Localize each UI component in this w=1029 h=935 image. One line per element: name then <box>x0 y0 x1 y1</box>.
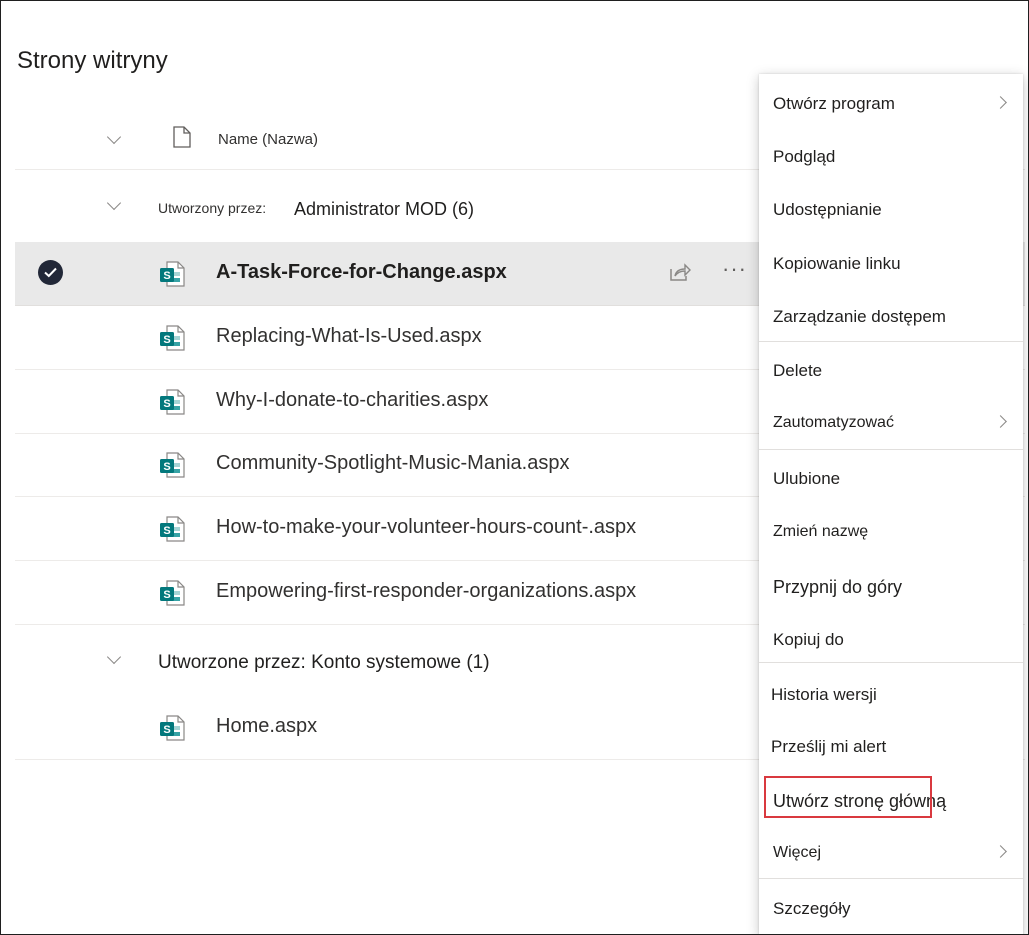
sharepoint-page-icon: S <box>160 580 185 606</box>
highlight-annotation-box <box>764 776 932 818</box>
file-name[interactable]: How-to-make-your-volunteer-hours-count-.… <box>216 516 636 539</box>
menu-item-copy-link[interactable]: Kopiowanie linku <box>759 238 1023 290</box>
menu-item-label: Delete <box>773 361 823 380</box>
group-label: Utworzone przez: Konto systemowe (1) <box>158 652 490 673</box>
menu-divider <box>759 449 1023 450</box>
sharepoint-page-icon: S <box>160 715 185 741</box>
site-pages-window: Strony witryny Name (Nazwa) Utworzony pr… <box>0 0 1029 935</box>
menu-item-version-history[interactable]: Historia wersji <box>759 669 1023 721</box>
group-collapse-chevron-icon[interactable] <box>106 195 122 211</box>
menu-item-preview[interactable]: Podgląd <box>759 131 1023 183</box>
file-name[interactable]: Why-I-donate-to-charities.aspx <box>216 389 488 412</box>
file-name[interactable]: Home.aspx <box>216 715 317 738</box>
menu-item-label: Kopiowanie linku <box>773 254 901 273</box>
file-name[interactable]: Empowering-first-responder-organizations… <box>216 580 636 603</box>
svg-text:S: S <box>163 589 170 601</box>
file-name[interactable]: A-Task-Force-for-Change.aspx <box>216 261 507 284</box>
sharepoint-page-icon: S <box>160 261 185 287</box>
svg-text:S: S <box>163 525 170 537</box>
menu-item-details[interactable]: Szczegóły <box>759 883 1023 934</box>
menu-item-favorites[interactable]: Ulubione <box>759 453 1023 505</box>
menu-divider <box>759 341 1023 342</box>
group-collapse-chevron-icon[interactable] <box>106 649 122 665</box>
menu-item-label: Udostępnianie <box>773 200 882 219</box>
sharepoint-page-icon: S <box>160 325 185 351</box>
menu-divider <box>759 662 1023 663</box>
selected-check-icon[interactable] <box>38 260 63 285</box>
menu-item-label: Więcej <box>773 844 822 861</box>
menu-item-pin-to-top[interactable]: Przypnij do góry <box>759 561 1023 613</box>
svg-text:S: S <box>163 724 170 736</box>
menu-item-more[interactable]: Więcej <box>759 827 1023 879</box>
sharepoint-page-icon: S <box>160 389 185 415</box>
sharepoint-page-icon: S <box>160 516 185 542</box>
file-type-icon[interactable] <box>173 126 191 148</box>
svg-text:S: S <box>163 334 170 346</box>
menu-item-label: Zautomatyzować <box>773 414 894 431</box>
menu-item-manage-access[interactable]: Zarządzanie dostępem <box>759 291 1023 343</box>
collapse-all-chevron-icon[interactable] <box>106 129 122 145</box>
menu-item-label: Kopiuj do <box>773 630 844 649</box>
more-options-icon[interactable]: ··· <box>722 256 747 282</box>
chevron-right-icon <box>994 415 1007 428</box>
share-icon[interactable] <box>667 261 691 283</box>
group-prefix-label: Utworzony przez: <box>158 200 267 216</box>
menu-item-label: Zarządzanie dostępem <box>773 307 946 326</box>
menu-item-open-with[interactable]: Otwórz program <box>759 78 1023 130</box>
menu-item-label: Szczegóły <box>773 899 851 918</box>
menu-item-label: Zmień nazwę <box>773 523 869 540</box>
page-title: Strony witryny <box>17 47 168 74</box>
group-value-label: Administrator MOD (6) <box>294 199 475 219</box>
file-name[interactable]: Replacing-What-Is-Used.aspx <box>216 325 482 348</box>
svg-text:S: S <box>163 398 170 410</box>
menu-item-label: Historia wersji <box>771 685 877 704</box>
menu-item-label: Przypnij do góry <box>773 577 903 597</box>
column-name-header[interactable]: Name (Nazwa) <box>218 131 318 148</box>
menu-item-label: Otwórz program <box>773 94 895 113</box>
menu-item-label: Ulubione <box>773 469 841 488</box>
menu-item-label: Prześlij mi alert <box>771 737 887 756</box>
menu-item-copy-to[interactable]: Kopiuj do <box>759 614 1023 666</box>
chevron-right-icon <box>994 845 1007 858</box>
menu-item-automate[interactable]: Zautomatyzować <box>759 397 1023 449</box>
sharepoint-page-icon: S <box>160 452 185 478</box>
svg-text:S: S <box>163 461 170 473</box>
context-menu: Otwórz program Podgląd Udostępnianie Kop… <box>759 74 1023 934</box>
menu-item-label: Podgląd <box>773 147 836 166</box>
menu-item-share[interactable]: Udostępnianie <box>759 184 1023 236</box>
menu-item-delete[interactable]: Delete <box>759 345 1023 397</box>
svg-text:S: S <box>163 270 170 282</box>
menu-item-alert-me[interactable]: Prześlij mi alert <box>759 721 1023 773</box>
file-name[interactable]: Community-Spotlight-Music-Mania.aspx <box>216 452 569 475</box>
menu-divider <box>759 878 1023 879</box>
chevron-right-icon <box>994 96 1007 109</box>
menu-item-rename[interactable]: Zmień nazwę <box>759 506 1023 558</box>
